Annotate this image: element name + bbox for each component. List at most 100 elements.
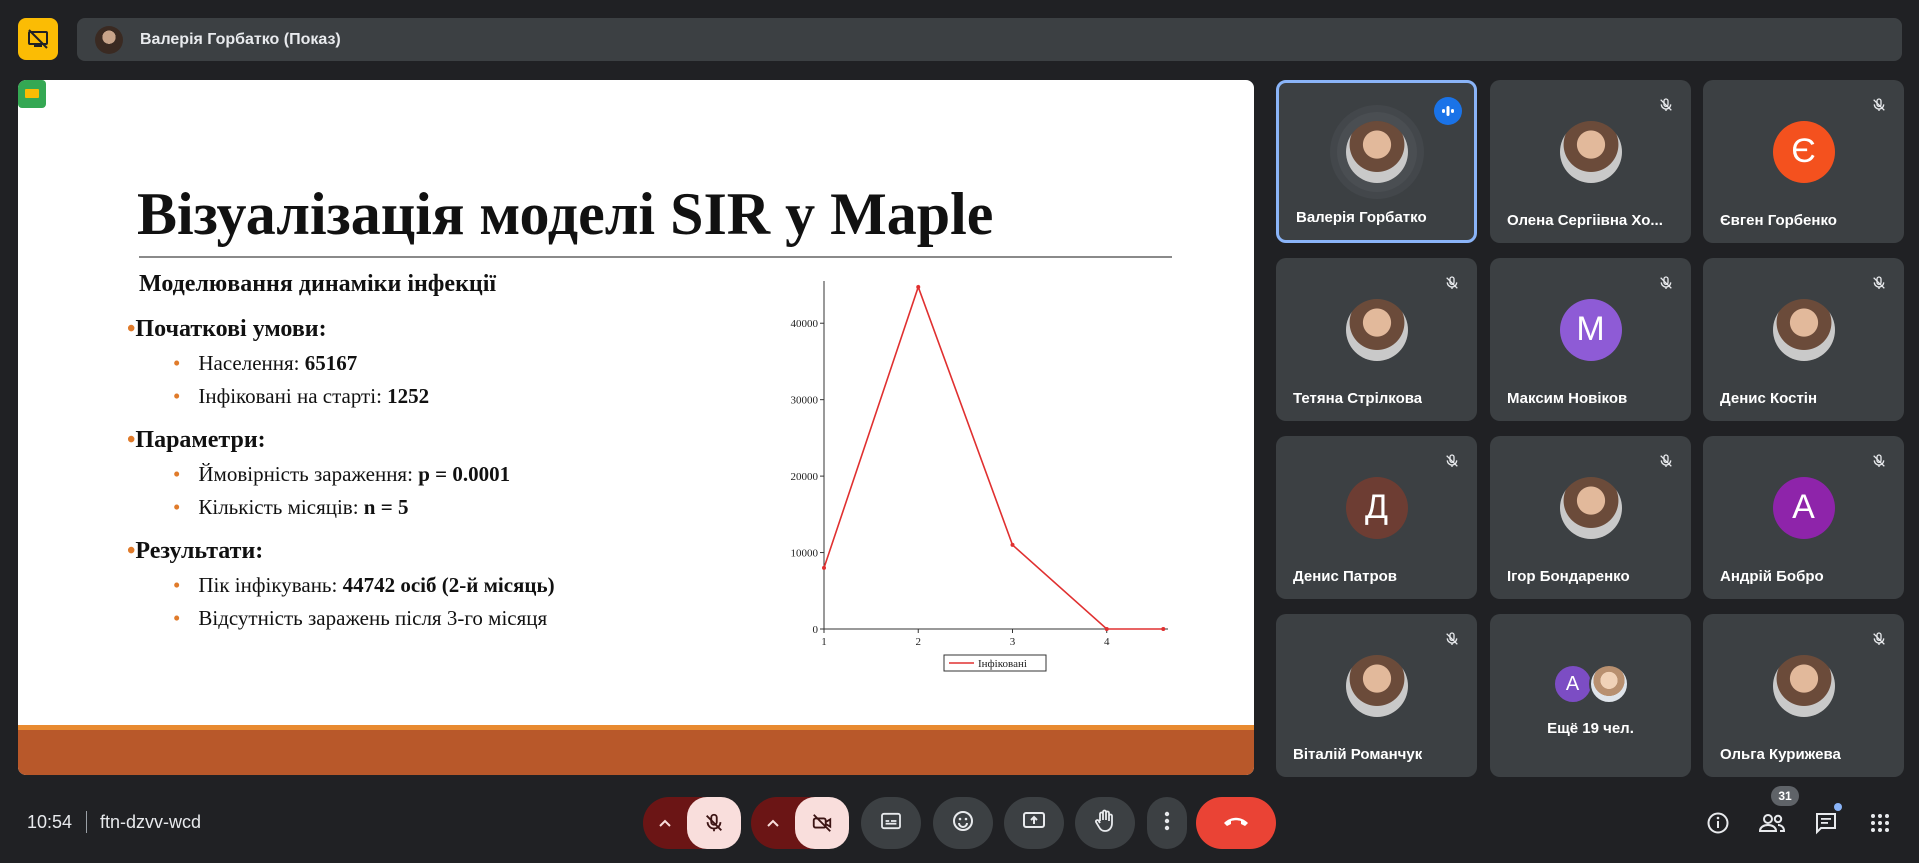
avatar (1345, 121, 1408, 184)
mic-off-icon (1655, 272, 1677, 294)
emoji-icon (951, 809, 975, 838)
chart-svg: 0 10000 20000 30000 40000 1 2 3 4 Інфіковані (791, 281, 1168, 672)
data-point (916, 284, 921, 289)
mic-off-icon (1441, 628, 1463, 650)
participant-tile[interactable]: Віталій Романчук (1276, 614, 1477, 777)
more-options-button[interactable] (1147, 797, 1187, 849)
participant-name: Ігор Бондаренко (1507, 568, 1630, 585)
section-heading: •Параметри: (127, 427, 266, 453)
avatar (1588, 664, 1629, 704)
avatar (1559, 120, 1622, 183)
camera-control (751, 797, 849, 849)
title-divider (139, 256, 1172, 258)
legend-label: Інфіковані (978, 658, 1027, 670)
present-now-icon (1022, 810, 1046, 837)
slide-title: Візуалізація моделі SIR у Maple (137, 181, 994, 247)
more-avatars: A (1552, 664, 1629, 704)
series-line (823, 284, 1164, 630)
x-tick-label: 4 (1104, 636, 1110, 648)
presentation-header[interactable]: Валерія Горбатко (Показ) (77, 18, 1902, 61)
participant-name: Денис Костін (1720, 390, 1818, 407)
meeting-code: ftn-dzvv-wcd (100, 812, 202, 832)
participant-name: Денис Патров (1293, 568, 1398, 585)
list-item: • Інфіковані на старті: 1252 (173, 384, 430, 408)
mic-off-icon (1441, 450, 1463, 472)
section-heading: •Результати: (127, 538, 264, 564)
avatar: A (1552, 664, 1593, 704)
avatar: М (1559, 298, 1622, 361)
captions-icon (880, 812, 902, 835)
mic-options-chevron-icon[interactable] (643, 797, 687, 849)
participant-tile[interactable]: М Максим Новіков (1490, 258, 1691, 421)
participant-tile[interactable]: Тетяна Стрілкова (1276, 258, 1477, 421)
mic-off-icon (1868, 628, 1890, 650)
participant-name: Ольга Курижева (1720, 746, 1841, 763)
mic-off-icon (1868, 450, 1890, 472)
mic-off-icon (1655, 450, 1677, 472)
mic-off-icon (1441, 272, 1463, 294)
x-tick-label: 3 (1010, 636, 1016, 648)
y-tick-label: 20000 (791, 471, 819, 483)
people-icon[interactable] (1757, 808, 1787, 838)
data-point (1161, 627, 1166, 631)
raise-hand-icon (1094, 809, 1116, 838)
captions-button[interactable] (861, 797, 921, 849)
camera-off-icon[interactable] (795, 797, 849, 849)
divider (86, 811, 87, 833)
chat-unread-dot (1834, 803, 1842, 811)
presenter-label: Валерія Горбатко (Показ) (140, 30, 341, 48)
participant-tile[interactable]: Є Євген Горбенко (1703, 80, 1904, 243)
participant-tile[interactable]: Ольга Курижева (1703, 614, 1904, 777)
clock: 10:54 (27, 812, 73, 832)
section-heading: •Початкові умови: (127, 316, 327, 342)
participant-tile[interactable]: Олена Сергіівна Хо... (1490, 80, 1691, 243)
chat-icon[interactable] (1811, 808, 1841, 838)
list-item: • Відсутність заражень після 3-го місяця (173, 606, 548, 630)
mic-off-icon (1868, 272, 1890, 294)
y-tick-label: 40000 (791, 318, 819, 330)
avatar: Д (1345, 476, 1408, 539)
info-icon[interactable] (1703, 808, 1733, 838)
raise-hand-button[interactable] (1075, 797, 1135, 849)
list-item: • Кількість місяців: n = 5 (173, 495, 409, 519)
meet-window: Валерія Горбатко (Показ) Візуалізація мо… (0, 0, 1919, 863)
participant-tile[interactable]: Валерія Горбатко (1276, 80, 1477, 243)
participant-name: Андрій Бобро (1720, 568, 1824, 585)
avatar (1345, 298, 1408, 361)
more-participants-label: Ещё 19 чел. (1547, 720, 1634, 737)
y-tick-label: 0 (813, 624, 819, 636)
avatar: А (1772, 476, 1835, 539)
data-point (1104, 627, 1109, 631)
data-point (1010, 542, 1015, 547)
participant-tile[interactable]: Ігор Бондаренко (1490, 436, 1691, 599)
presenter-avatar (95, 25, 123, 54)
slides-badge-icon (18, 80, 46, 108)
shared-slide: Візуалізація моделі SIR у Maple Моделюва… (18, 80, 1254, 775)
emoji-button[interactable] (933, 797, 993, 849)
call-end-icon (1222, 814, 1250, 833)
camera-options-chevron-icon[interactable] (751, 797, 795, 849)
mic-off-icon[interactable] (687, 797, 741, 849)
participant-name: Максим Новіков (1507, 390, 1628, 407)
participant-name: Віталій Романчук (1293, 746, 1423, 763)
mic-control (643, 797, 741, 849)
end-call-button[interactable] (1196, 797, 1276, 849)
participant-name: Валерія Горбатко (1296, 209, 1427, 226)
people-count-badge: 31 (1771, 786, 1799, 806)
avatar (1559, 476, 1622, 539)
avatar (1772, 654, 1835, 717)
list-item: • Населення: 65167 (173, 351, 358, 375)
sir-chart: 0 10000 20000 30000 40000 1 2 3 4 Інфіковані (758, 275, 1178, 695)
participant-name: Тетяна Стрілкова (1293, 390, 1423, 407)
present-screen-off-icon[interactable] (18, 18, 58, 60)
participant-tile[interactable]: Денис Костін (1703, 258, 1904, 421)
x-tick-label: 2 (915, 636, 921, 648)
list-item: • Ймовірність зараження: p = 0.0001 (173, 462, 511, 486)
more-participants-tile[interactable]: A Ещё 19 чел. (1490, 614, 1691, 777)
participant-tile[interactable]: А Андрій Бобро (1703, 436, 1904, 599)
y-tick-label: 30000 (791, 395, 819, 407)
apps-icon[interactable] (1865, 808, 1895, 838)
present-now-button[interactable] (1004, 797, 1064, 849)
avatar (1772, 298, 1835, 361)
participant-tile[interactable]: Д Денис Патров (1276, 436, 1477, 599)
